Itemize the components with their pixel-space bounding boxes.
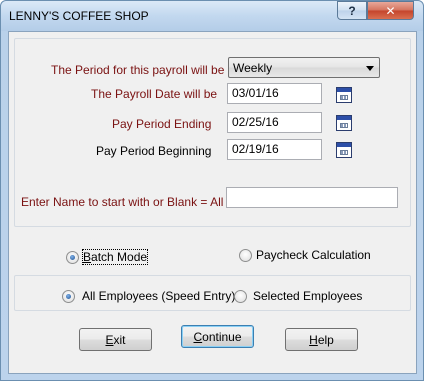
paycheck-calculation-radio[interactable]: [239, 249, 252, 262]
help-button-accel: H: [309, 332, 318, 347]
pay-period-beginning-value: 02/19/16: [232, 142, 279, 156]
period-select[interactable]: Weekly: [228, 57, 380, 78]
pay-period-ending-value: 02/25/16: [232, 115, 279, 129]
calendar-icon[interactable]: [336, 142, 352, 158]
payroll-date-value: 03/01/16: [232, 86, 279, 100]
title-bar[interactable]: LENNY'S COFFEE SHOP ? ✕: [1, 1, 423, 31]
batch-mode-text: atch Mode: [91, 250, 148, 264]
help-icon: ?: [348, 3, 356, 18]
name-filter-input[interactable]: [226, 187, 398, 208]
name-filter-label: Enter Name to start with or Blank = All: [21, 195, 224, 209]
close-button[interactable]: ✕: [367, 1, 414, 20]
all-employees-label[interactable]: All Employees (Speed Entry): [82, 289, 235, 303]
help-button[interactable]: Help: [285, 328, 358, 351]
payroll-date-field[interactable]: 03/01/16: [227, 83, 322, 104]
exit-button-text: xit: [113, 332, 126, 347]
pay-period-ending-field[interactable]: 02/25/16: [227, 112, 322, 133]
selected-employees-label[interactable]: Selected Employees: [253, 289, 362, 303]
pay-period-ending-label: Pay Period Ending: [112, 117, 212, 131]
close-icon: ✕: [385, 3, 396, 18]
payroll-date-label: The Payroll Date will be: [91, 87, 218, 101]
paycheck-calculation-label[interactable]: Paycheck Calculation: [256, 248, 371, 262]
continue-button-accel: C: [193, 329, 203, 344]
help-title-button[interactable]: ?: [337, 1, 367, 20]
all-employees-radio[interactable]: [62, 290, 75, 303]
dialog-body: The Period for this payroll will be Week…: [8, 31, 417, 374]
continue-button[interactable]: Continue: [181, 325, 254, 348]
exit-button[interactable]: Exit: [79, 328, 152, 351]
calendar-icon[interactable]: [336, 115, 352, 131]
help-button-text: elp: [317, 332, 334, 347]
period-select-value: Weekly: [233, 61, 273, 75]
window-title: LENNY'S COFFEE SHOP: [9, 9, 149, 23]
pay-period-beginning-field[interactable]: 02/19/16: [227, 139, 322, 160]
batch-mode-radio[interactable]: [66, 251, 79, 264]
selected-employees-radio[interactable]: [234, 290, 247, 303]
continue-button-text: ontinue: [202, 329, 242, 344]
calendar-icon[interactable]: [336, 87, 352, 103]
payroll-dialog: LENNY'S COFFEE SHOP ? ✕ The Period for t…: [0, 0, 424, 381]
exit-button-accel: E: [105, 332, 114, 347]
pay-period-beginning-label: Pay Period Beginning: [96, 144, 212, 158]
period-label: The Period for this payroll will be: [51, 63, 225, 77]
batch-mode-accel: B: [83, 250, 92, 264]
batch-mode-label[interactable]: Batch Mode: [81, 249, 149, 265]
chevron-down-icon[interactable]: [366, 66, 374, 71]
